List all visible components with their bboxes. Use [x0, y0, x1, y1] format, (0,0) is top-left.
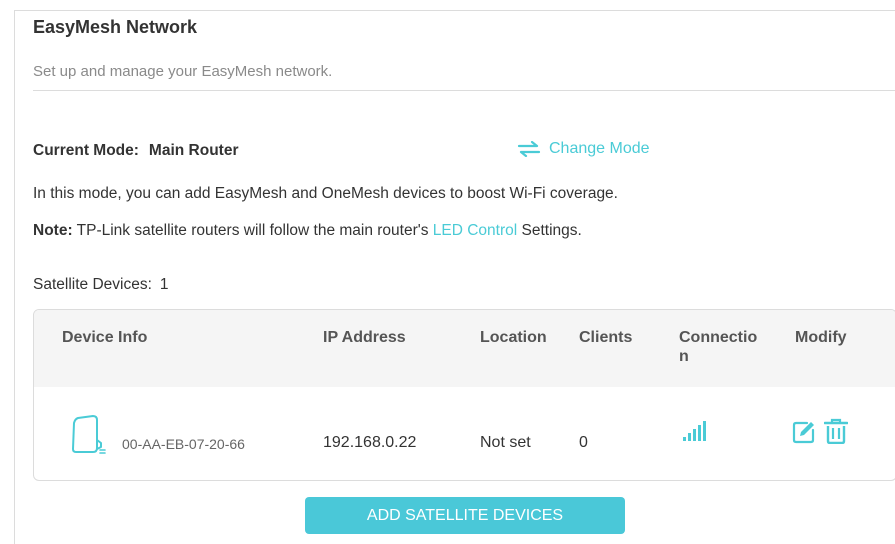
- satellite-devices-count: Satellite Devices: 1: [33, 276, 169, 294]
- device-clients: 0: [579, 434, 588, 451]
- satellite-devices-table: Device Info IP Address Location Clients …: [33, 309, 895, 481]
- current-mode: Current Mode: Main Router: [33, 142, 238, 160]
- current-mode-value: Main Router: [148, 142, 239, 159]
- note-label: Note:: [33, 222, 73, 239]
- header-modify: Modify: [795, 329, 847, 346]
- signal-bars-icon: [683, 421, 706, 441]
- page-title: EasyMesh Network: [33, 17, 198, 37]
- table-header: Device Info IP Address Location Clients …: [34, 310, 895, 387]
- swap-arrows-icon: [517, 141, 541, 157]
- delete-icon[interactable]: [824, 418, 848, 444]
- header-device-info: Device Info: [62, 329, 148, 346]
- note-text-after: Settings.: [517, 222, 582, 239]
- satellite-devices-value: 1: [159, 276, 169, 293]
- header-connection: Connectio n: [679, 328, 757, 366]
- satellite-devices-label: Satellite Devices:: [33, 276, 152, 293]
- add-satellite-devices-button[interactable]: ADD SATELLITE DEVICES: [305, 497, 625, 534]
- header-connection-line2: n: [679, 348, 689, 365]
- led-control-link[interactable]: LED Control: [433, 222, 517, 239]
- device-location: Not set: [480, 434, 531, 451]
- note-text: Note: TP-Link satellite routers will fol…: [33, 222, 582, 240]
- device-mac: 00-AA-EB-07-20-66: [122, 436, 245, 452]
- header-connection-line1: Connectio: [679, 329, 758, 346]
- satellite-device-icon: [72, 415, 106, 454]
- change-mode-label: Change Mode: [549, 140, 650, 157]
- note-text-before: TP-Link satellite routers will follow th…: [72, 222, 433, 239]
- change-mode-button[interactable]: Change Mode: [517, 140, 650, 158]
- easymesh-panel: EasyMesh Network Set up and manage your …: [14, 10, 895, 544]
- header-clients: Clients: [579, 329, 633, 346]
- page-subtitle: Set up and manage your EasyMesh network.: [33, 63, 333, 80]
- edit-icon[interactable]: [792, 420, 816, 444]
- device-ip: 192.168.0.22: [323, 434, 417, 451]
- header-location: Location: [480, 329, 547, 346]
- divider: [33, 90, 895, 91]
- current-mode-label: Current Mode:: [33, 142, 139, 159]
- mode-description: In this mode, you can add EasyMesh and O…: [33, 185, 618, 202]
- header-ip-address: IP Address: [323, 329, 406, 346]
